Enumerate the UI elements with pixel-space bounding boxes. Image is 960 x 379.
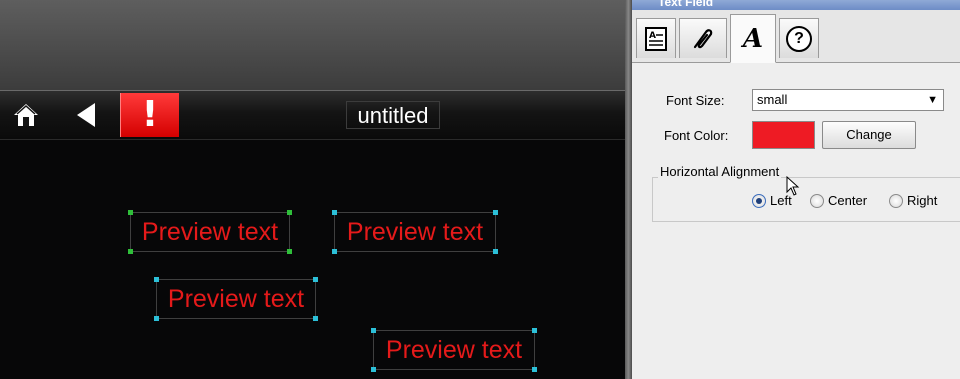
resize-handle[interactable] [371,328,376,333]
tab-properties[interactable]: A [636,18,676,58]
alert-button[interactable]: ! [120,93,179,137]
align-center-label: Center [828,193,868,208]
preview-text-label: Preview text [385,336,523,364]
help-icon-glyph: ? [794,29,804,47]
back-button[interactable] [66,93,106,137]
resize-handle[interactable] [332,210,337,215]
preview-text-1[interactable]: Preview text [128,210,292,254]
resize-handle[interactable] [128,249,133,254]
screen-title[interactable]: untitled [346,101,440,129]
font-size-value: small [757,92,788,107]
properties-icon: A [645,26,667,51]
link-icon [693,28,713,48]
tab-help[interactable]: ? [779,18,819,58]
tab-font[interactable]: A [730,14,776,63]
panel-tabs: A A ? [632,10,960,63]
split-pane-divider[interactable] [625,0,632,379]
preview-text-4[interactable]: Preview text [371,328,537,372]
panel-title-bar: Text Field [632,0,960,10]
radio-icon [889,193,903,208]
resize-handle[interactable] [332,249,337,254]
resize-handle[interactable] [532,367,537,372]
resize-handle[interactable] [287,210,292,215]
resize-handle[interactable] [313,277,318,282]
resize-handle[interactable] [493,249,498,254]
preview-text-label: Preview text [346,218,484,246]
home-button[interactable] [6,93,46,137]
font-icon: A [742,23,764,54]
resize-handle[interactable] [154,277,159,282]
resize-handle[interactable] [128,210,133,215]
mouse-cursor-icon [786,176,800,196]
svg-text:A: A [649,31,656,41]
resize-handle[interactable] [154,316,159,321]
back-arrow-icon [77,103,95,127]
alert-icon: ! [141,94,159,135]
preview-text-label: Preview text [167,285,305,313]
editor-canvas: ! untitled Preview text Preview text Pre… [0,0,625,379]
font-color-swatch[interactable] [752,121,815,149]
font-color-label: Font Color: [664,128,729,143]
change-color-button[interactable]: Change [822,121,916,149]
alignment-legend: Horizontal Alignment [658,164,782,179]
dropdown-arrow-icon: ▼ [927,94,938,106]
align-right-label: Right [907,193,938,208]
canvas-header-area [0,0,625,90]
tab-link[interactable] [679,18,727,58]
resize-handle[interactable] [493,210,498,215]
home-icon [14,104,38,126]
help-icon: ? [786,25,812,52]
radio-icon [810,193,824,208]
font-size-select[interactable]: small ▼ [752,89,944,111]
font-size-label: Font Size: [666,93,725,108]
panel-title: Text Field [658,0,714,9]
preview-text-3[interactable]: Preview text [154,277,318,321]
resize-handle[interactable] [532,328,537,333]
resize-handle[interactable] [371,367,376,372]
radio-selected-icon [752,193,766,208]
device-toolbar: ! untitled [0,90,625,140]
preview-text-2[interactable]: Preview text [332,210,498,254]
resize-handle[interactable] [313,316,318,321]
align-right-radio[interactable]: Right [889,193,937,208]
resize-handle[interactable] [287,249,292,254]
align-center-radio[interactable]: Center [810,193,867,208]
preview-text-label: Preview text [141,218,279,246]
